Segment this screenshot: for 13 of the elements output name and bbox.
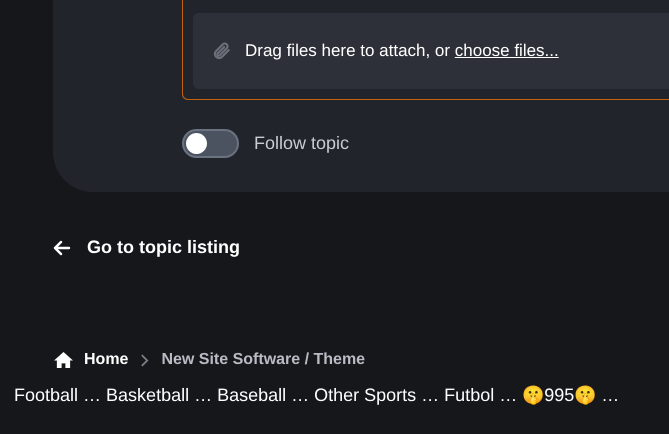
choose-files-link[interactable]: choose files... [454,41,559,60]
home-icon [53,351,74,369]
follow-label: Follow topic [254,132,350,155]
left-arrow-icon [53,240,71,256]
paperclip-icon [212,41,232,61]
footer-text: Football … Basketball … Baseball … Other Sports … Futbol … 🤫995🤫 … [14,384,620,407]
attach-instructions: Drag files here to attach, or choose files... [245,40,559,62]
follow-toggle[interactable] [182,129,239,158]
home-link[interactable]: Home [53,348,128,372]
chevron-right-icon [140,352,150,368]
drop-zone[interactable]: Drag files here to attach, or choose files... [193,13,669,89]
breadcrumb-link[interactable]: New Site Software / Theme [161,348,366,372]
back-link[interactable]: Go to topic listing [53,234,240,261]
